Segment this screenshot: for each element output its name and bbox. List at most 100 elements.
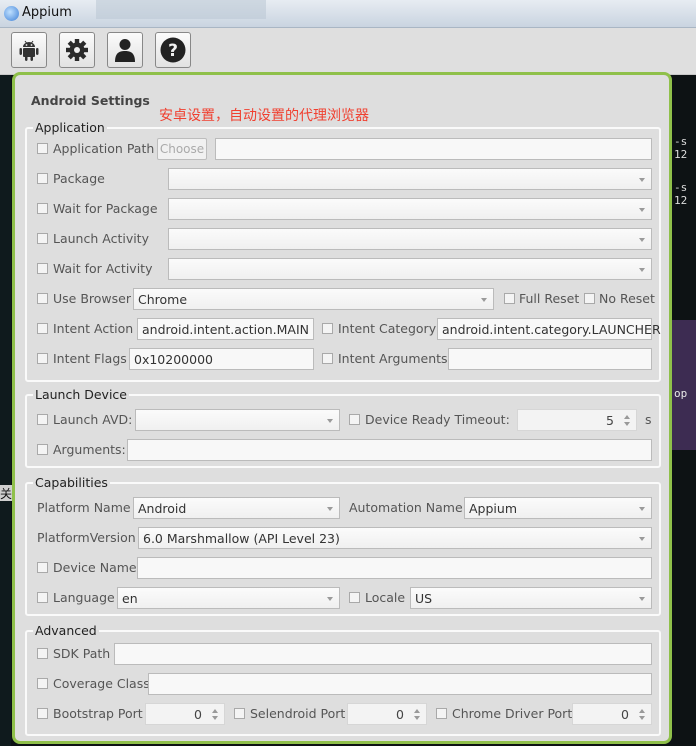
terminal-highlight xyxy=(668,320,696,450)
full-reset-checkbox[interactable] xyxy=(504,293,515,304)
chrome-driver-port-label: Chrome Driver Port xyxy=(452,706,573,721)
arguments-checkbox[interactable] xyxy=(37,444,48,455)
launch-avd-select[interactable] xyxy=(135,409,340,431)
wait-for-package-select[interactable] xyxy=(168,198,652,220)
gear-icon xyxy=(66,39,88,61)
application-path-input[interactable] xyxy=(215,138,652,160)
intent-arguments-checkbox[interactable] xyxy=(322,353,333,364)
stepper-down-icon[interactable] xyxy=(624,422,630,426)
language-label: Language xyxy=(53,590,115,605)
arguments-input[interactable] xyxy=(127,439,652,461)
wait-for-activity-label: Wait for Activity xyxy=(53,261,153,276)
platform-name-label: Platform Name xyxy=(37,500,131,515)
launch-activity-select[interactable] xyxy=(168,228,652,250)
intent-arguments-input[interactable] xyxy=(448,348,652,370)
android-settings-button[interactable] xyxy=(11,32,47,68)
advanced-group: Advanced SDK Path Coverage Class Bootstr… xyxy=(25,623,661,736)
svg-text:?: ? xyxy=(168,41,178,61)
use-browser-checkbox[interactable] xyxy=(37,293,48,304)
android-settings-panel: Android Settings 安卓设置，自动设置的代理浏览器 Applica… xyxy=(12,72,672,744)
platform-version-select[interactable]: 6.0 Marshmallow (API Level 23) xyxy=(138,527,652,549)
platform-name-select[interactable]: Android xyxy=(133,497,340,519)
package-select[interactable] xyxy=(168,168,652,190)
language-select[interactable]: en xyxy=(117,587,340,609)
launch-activity-checkbox[interactable] xyxy=(37,233,48,244)
chevron-down-icon xyxy=(327,419,333,423)
chrome-driver-port-stepper[interactable]: 0 xyxy=(572,703,652,725)
intent-category-input[interactable]: android.intent.category.LAUNCHER xyxy=(437,318,661,340)
wait-for-package-label: Wait for Package xyxy=(53,201,158,216)
chrome-driver-port-checkbox[interactable] xyxy=(436,708,447,719)
application-path-label: Application Path xyxy=(53,141,155,156)
locale-checkbox[interactable] xyxy=(349,592,360,603)
device-ready-timeout-label: Device Ready Timeout: xyxy=(365,412,510,427)
toolbar: ? xyxy=(0,28,696,75)
intent-flags-checkbox[interactable] xyxy=(37,353,48,364)
sdk-path-checkbox[interactable] xyxy=(37,648,48,659)
general-settings-button[interactable] xyxy=(59,32,95,68)
device-name-checkbox[interactable] xyxy=(37,562,48,573)
chevron-down-icon xyxy=(327,507,333,511)
wait-for-package-checkbox[interactable] xyxy=(37,203,48,214)
stepper-up-icon[interactable] xyxy=(212,709,218,713)
stepper-up-icon[interactable] xyxy=(624,415,630,419)
chevron-down-icon xyxy=(639,507,645,511)
bootstrap-port-checkbox[interactable] xyxy=(37,708,48,719)
sdk-path-input[interactable] xyxy=(114,643,652,665)
selendroid-port-stepper[interactable]: 0 xyxy=(347,703,427,725)
appium-logo-icon xyxy=(4,6,19,21)
language-checkbox[interactable] xyxy=(37,592,48,603)
device-ready-timeout-checkbox[interactable] xyxy=(349,414,360,425)
developer-settings-button[interactable] xyxy=(107,32,143,68)
package-checkbox[interactable] xyxy=(37,173,48,184)
locale-select[interactable]: US xyxy=(410,587,652,609)
stepper-down-icon[interactable] xyxy=(414,716,420,720)
background-window-ghost xyxy=(96,0,266,19)
about-button[interactable]: ? xyxy=(155,32,191,68)
coverage-class-input[interactable] xyxy=(148,673,652,695)
selendroid-port-checkbox[interactable] xyxy=(234,708,245,719)
stepper-down-icon[interactable] xyxy=(212,716,218,720)
bootstrap-port-label: Bootstrap Port xyxy=(53,706,143,721)
terminal-fragment: op xyxy=(674,387,688,400)
stepper-up-icon[interactable] xyxy=(414,709,420,713)
intent-flags-input[interactable]: 0x10200000 xyxy=(129,348,314,370)
stepper-up-icon[interactable] xyxy=(639,709,645,713)
use-browser-select[interactable]: Chrome xyxy=(133,288,494,310)
choose-button[interactable]: Choose xyxy=(157,138,207,160)
chevron-down-icon xyxy=(639,268,645,272)
device-name-label: Device Name xyxy=(53,560,137,575)
intent-action-checkbox[interactable] xyxy=(37,323,48,334)
locale-label: Locale xyxy=(365,590,406,605)
bootstrap-port-stepper[interactable]: 0 xyxy=(145,703,225,725)
device-ready-timeout-stepper[interactable]: 5 xyxy=(517,409,637,431)
platform-version-label: PlatformVersion xyxy=(37,530,136,545)
intent-action-input[interactable]: android.intent.action.MAIN xyxy=(137,318,314,340)
chevron-down-icon xyxy=(327,597,333,601)
terminal-fragment: -s 12 xyxy=(674,181,688,207)
chevron-down-icon xyxy=(639,597,645,601)
timeout-unit: s xyxy=(645,412,652,427)
automation-name-label: Automation Name xyxy=(349,500,463,515)
chevron-down-icon xyxy=(639,178,645,182)
wait-for-activity-checkbox[interactable] xyxy=(37,263,48,274)
window-title: Appium xyxy=(22,5,72,20)
stepper-down-icon[interactable] xyxy=(639,716,645,720)
launch-avd-checkbox[interactable] xyxy=(37,414,48,425)
advanced-group-label: Advanced xyxy=(33,623,99,638)
device-name-input[interactable] xyxy=(137,557,652,579)
coverage-class-checkbox[interactable] xyxy=(37,678,48,689)
intent-action-label: Intent Action xyxy=(53,321,134,336)
wait-for-activity-select[interactable] xyxy=(168,258,652,280)
no-reset-checkbox[interactable] xyxy=(584,293,595,304)
capabilities-group-label: Capabilities xyxy=(33,475,110,490)
launch-avd-label: Launch AVD: xyxy=(53,412,133,427)
coverage-class-label: Coverage Class xyxy=(53,676,150,691)
launch-activity-label: Launch Activity xyxy=(53,231,149,246)
application-group: Application Application Path Choose Pack… xyxy=(25,120,661,382)
application-path-checkbox[interactable] xyxy=(37,143,48,154)
question-icon: ? xyxy=(160,37,186,63)
automation-name-select[interactable]: Appium xyxy=(464,497,652,519)
intent-category-checkbox[interactable] xyxy=(322,323,333,334)
use-browser-label: Use Browser xyxy=(53,291,131,306)
